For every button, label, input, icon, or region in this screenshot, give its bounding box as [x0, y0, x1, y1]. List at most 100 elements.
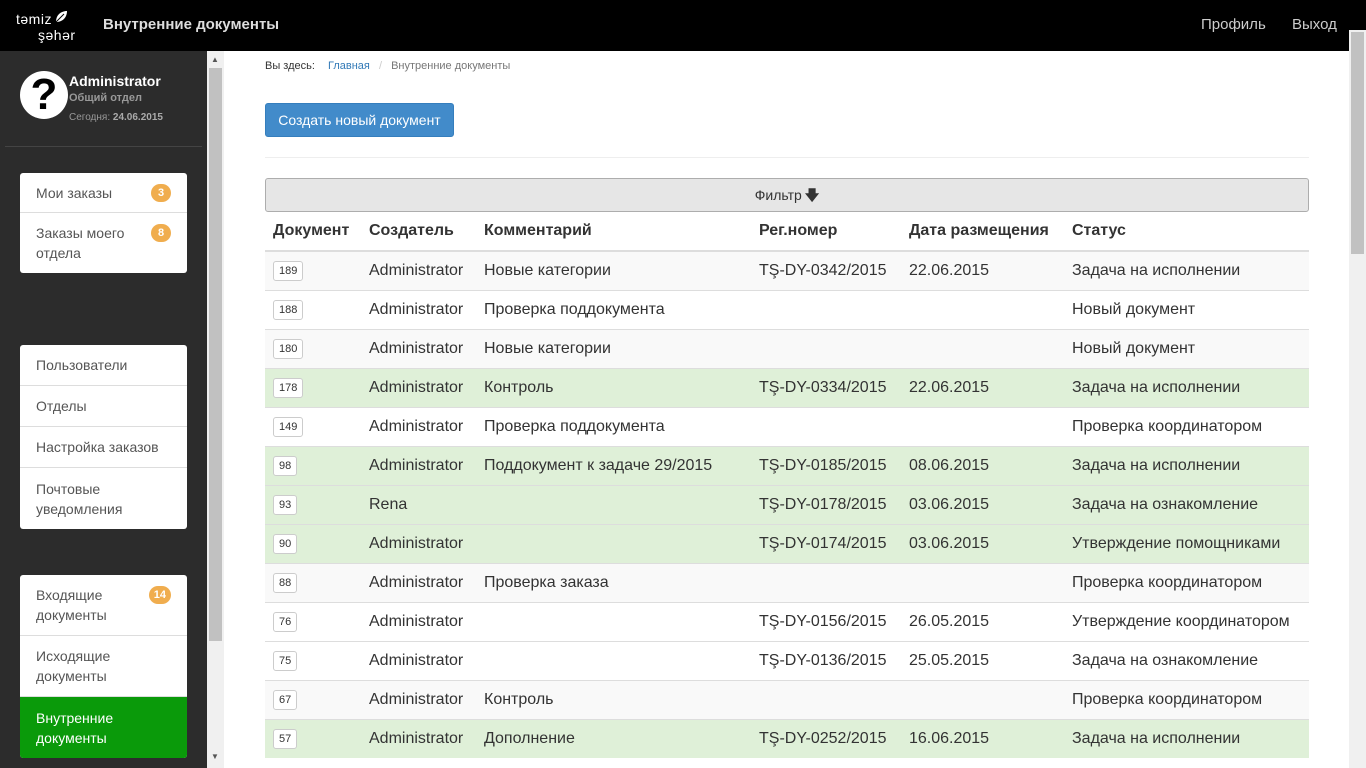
document-number-label[interactable]: 178 — [273, 377, 304, 398]
sidebar: ? Administrator Общий отдел Сегодня: 24.… — [0, 51, 207, 768]
status-cell: Новый документ — [1064, 289, 1309, 329]
reg-number-cell — [751, 406, 901, 446]
date-cell: 22.06.2015 — [901, 250, 1064, 290]
creator-cell: Administrator — [361, 250, 476, 290]
table-row[interactable]: 93 Rena TŞ-DY-0178/2015 03.06.2015 Задача на… — [265, 484, 1309, 524]
comment-cell: Контроль — [476, 367, 751, 407]
divider — [265, 157, 1309, 158]
document-number-label[interactable]: 149 — [273, 416, 304, 437]
document-cell: 76 — [265, 601, 361, 641]
table-row[interactable]: 180 Administrator Новые категории Новый док… — [265, 328, 1309, 368]
reg-number-cell: TŞ-DY-0174/2015 — [751, 523, 901, 563]
sidebar-item-label: Входящие документы — [36, 587, 107, 623]
table-row[interactable]: 189 Administrator Новые категории TŞ-DY-034… — [265, 250, 1309, 290]
date-cell — [901, 562, 1064, 602]
document-number-label[interactable]: 67 — [273, 689, 298, 710]
status-cell: Проверка координатором — [1064, 406, 1309, 446]
table-row[interactable]: 98 Administrator Поддокумент к задаче 29/2… — [265, 445, 1309, 485]
creator-cell: Administrator — [361, 328, 476, 368]
documents-table: Документ Создатель Комментарий Рег.номер… — [265, 212, 1309, 758]
reg-number-cell: TŞ-DY-0185/2015 — [751, 445, 901, 485]
creator-cell: Administrator — [361, 640, 476, 680]
sidebar-item-order-settings[interactable]: Настройка заказов — [20, 427, 187, 468]
reg-number-cell: TŞ-DY-0156/2015 — [751, 601, 901, 641]
logo[interactable]: təmiz şəhər — [16, 6, 76, 46]
count-badge: 3 — [151, 183, 171, 202]
filter-toggle-button[interactable]: Фильтр 🡇 — [265, 178, 1309, 212]
sidebar-item-departments[interactable]: Отделы — [20, 386, 187, 427]
logo-line1: təmiz — [16, 11, 52, 27]
sidebar-scrollbar-thumb[interactable] — [209, 68, 222, 641]
document-cell: 180 — [265, 328, 361, 368]
page-scrollbar-thumb[interactable] — [1351, 32, 1364, 254]
table-row[interactable]: 76 Administrator TŞ-DY-0156/2015 26.05.2015… — [265, 601, 1309, 641]
sidebar-item-internal[interactable]: Внутренние документы — [20, 697, 187, 758]
status-cell: Задача на исполнении — [1064, 250, 1309, 290]
comment-cell — [476, 484, 751, 524]
logout-link[interactable]: Выход — [1292, 16, 1337, 33]
document-cell: 93 — [265, 484, 361, 524]
column-header-date[interactable]: Дата размещения — [901, 212, 1064, 252]
scroll-down-icon[interactable]: ▼ — [211, 752, 219, 761]
leaf-icon — [55, 11, 67, 23]
comment-cell: Дополнение — [476, 718, 751, 758]
document-cell: 98 — [265, 445, 361, 485]
table-row[interactable]: 67 Administrator Контроль Проверка координа… — [265, 679, 1309, 719]
document-number-label[interactable]: 93 — [273, 494, 298, 515]
document-number-label[interactable]: 189 — [273, 260, 304, 281]
status-cell: Утверждение координатором — [1064, 601, 1309, 641]
table-row[interactable]: 188 Administrator Проверка поддокумента Нов… — [265, 289, 1309, 329]
sidebar-item-users[interactable]: Пользователи — [20, 345, 187, 386]
document-cell: 189 — [265, 250, 361, 290]
top-navbar: təmiz şəhər Внутренние документы Профиль… — [0, 0, 1366, 51]
creator-cell: Administrator — [361, 718, 476, 758]
create-document-button[interactable]: Создать новый документ — [265, 103, 454, 137]
reg-number-cell: TŞ-DY-0342/2015 — [751, 250, 901, 290]
count-badge: 14 — [148, 586, 171, 604]
breadcrumb-home-link[interactable]: Главная — [328, 60, 370, 72]
document-number-label[interactable]: 75 — [273, 650, 298, 671]
document-number-label[interactable]: 180 — [273, 338, 304, 359]
sidebar-item-department-orders[interactable]: Заказы моего отдела 8 — [20, 213, 187, 273]
document-number-label[interactable]: 57 — [273, 728, 298, 749]
brand-title[interactable]: Внутренние документы — [103, 16, 279, 33]
status-cell: Задача на ознакомление — [1064, 640, 1309, 680]
creator-cell: Administrator — [361, 406, 476, 446]
arrow-down-icon: 🡇 — [804, 187, 820, 203]
scroll-up-icon[interactable]: ▲ — [211, 55, 219, 64]
document-number-label[interactable]: 188 — [273, 299, 304, 320]
column-header-document[interactable]: Документ — [265, 212, 361, 252]
comment-cell: Новые категории — [476, 328, 751, 368]
table-row[interactable]: 178 Administrator Контроль TŞ-DY-0334/2015 2… — [265, 367, 1309, 407]
table-row[interactable]: 149 Administrator Проверка поддокумента Про… — [265, 406, 1309, 446]
comment-cell: Проверка поддокумента — [476, 289, 751, 329]
column-header-creator[interactable]: Создатель — [361, 212, 476, 252]
sidebar-item-outgoing[interactable]: Исходящие документы — [20, 636, 187, 697]
column-header-comment[interactable]: Комментарий — [476, 212, 751, 252]
sidebar-item-incoming[interactable]: Входящие документы 14 — [20, 575, 187, 636]
date-cell: 25.05.2015 — [901, 640, 1064, 680]
table-row[interactable]: 75 Administrator TŞ-DY-0136/2015 25.05.2015… — [265, 640, 1309, 680]
column-header-reg-number[interactable]: Рег.номер — [751, 212, 901, 252]
profile-link[interactable]: Профиль — [1201, 16, 1266, 33]
document-number-label[interactable]: 88 — [273, 572, 298, 593]
document-number-label[interactable]: 98 — [273, 455, 298, 476]
table-row[interactable]: 88 Administrator Проверка заказа Проверка к… — [265, 562, 1309, 602]
table-row[interactable]: 90 Administrator TŞ-DY-0174/2015 03.06.2015… — [265, 523, 1309, 563]
status-cell: Новый документ — [1064, 328, 1309, 368]
reg-number-cell: TŞ-DY-0178/2015 — [751, 484, 901, 524]
comment-cell: Контроль — [476, 679, 751, 719]
sidebar-item-mail-notifications[interactable]: Почтовые уведомления — [20, 468, 187, 529]
sidebar-item-my-orders[interactable]: Мои заказы 3 — [20, 173, 187, 213]
comment-cell — [476, 601, 751, 641]
date-cell: 16.06.2015 — [901, 718, 1064, 758]
document-cell: 88 — [265, 562, 361, 602]
status-cell: Задача на исполнении — [1064, 718, 1309, 758]
comment-cell: Поддокумент к задаче 29/2015 — [476, 445, 751, 485]
document-number-label[interactable]: 90 — [273, 533, 298, 554]
column-header-status[interactable]: Статус — [1064, 212, 1309, 252]
document-number-label[interactable]: 76 — [273, 611, 298, 632]
status-cell: Утверждение помощниками — [1064, 523, 1309, 563]
today-value: 24.06.2015 — [112, 112, 163, 123]
table-row[interactable]: 57 Administrator Дополнение TŞ-DY-0252/2015… — [265, 718, 1309, 758]
